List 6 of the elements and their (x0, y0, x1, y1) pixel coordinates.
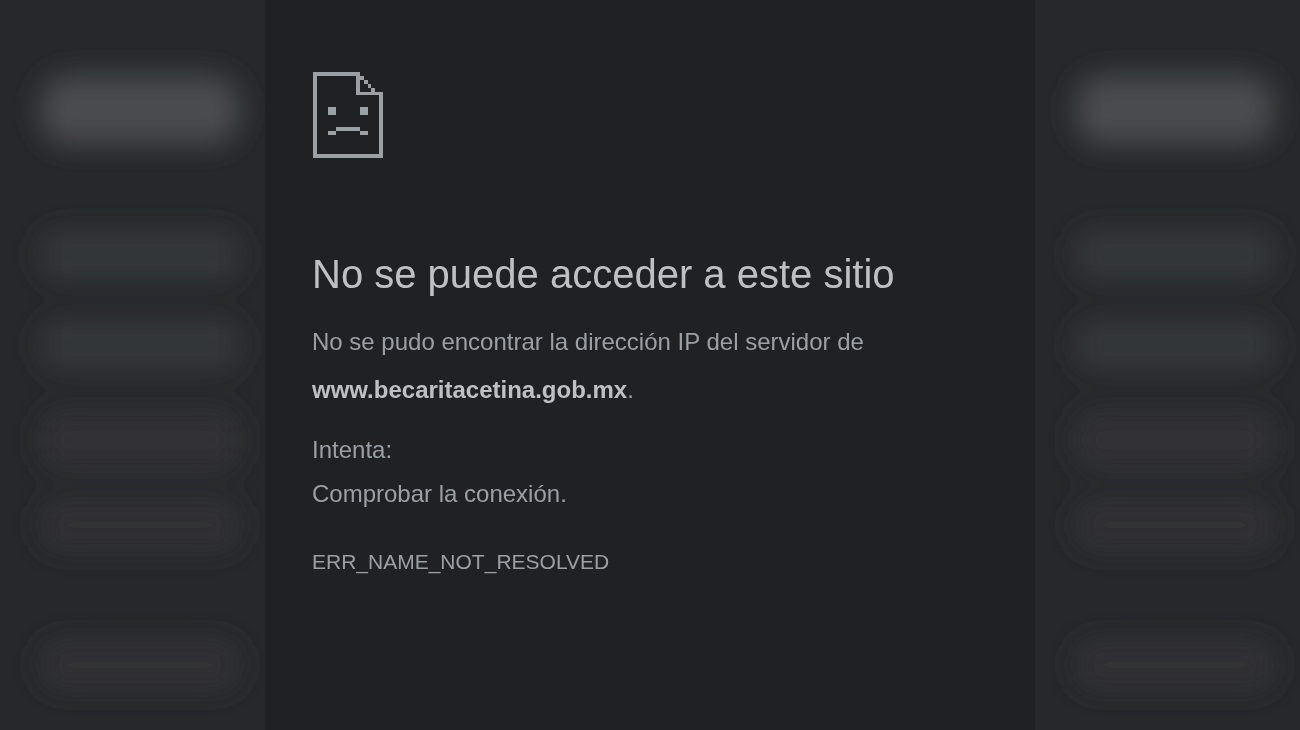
error-code: ERR_NAME_NOT_RESOLVED (312, 549, 610, 576)
error-title: No se puede acceder a este sitio (312, 251, 895, 298)
suggestion-item: Comprobar la conexión. (312, 479, 567, 509)
error-message: No se pudo encontrar la dirección IP del servidor de www.becaritacetina.gob.mx. (312, 327, 865, 405)
sad-file-icon (312, 72, 384, 158)
suggestions-heading: Intenta: (312, 435, 393, 465)
